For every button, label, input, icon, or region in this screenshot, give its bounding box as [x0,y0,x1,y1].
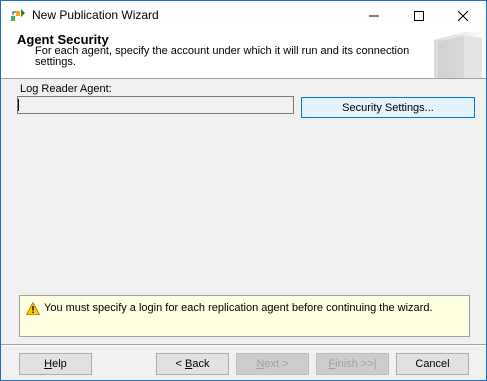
close-button[interactable] [440,1,486,30]
text-cursor [18,99,19,111]
finish-button[interactable]: Finish >>| [316,353,389,375]
security-settings-button[interactable]: Security Settings... [301,97,475,118]
next-button-mnemonic: N [256,358,265,370]
next-button[interactable]: Next > [236,353,309,375]
minimize-button[interactable] [351,1,397,30]
page-description: For each agent, specify the account unde… [35,45,410,68]
log-reader-agent-label: Log Reader Agent: [20,83,112,95]
warning-text: You must specify a login for each replic… [44,302,433,314]
help-button-mnemonic: H [44,358,53,370]
warning-message-box: You must specify a login for each replic… [19,295,470,337]
cancel-button[interactable]: Cancel [396,353,469,375]
maximize-button[interactable] [396,1,442,30]
finish-button-mnemonic: F [328,358,336,370]
finish-button-suffix: inish >>| [335,358,377,370]
warning-icon [25,301,41,315]
back-button-prefix: < [175,358,185,370]
log-reader-agent-field[interactable] [17,96,294,114]
back-button[interactable]: < Back [156,353,229,375]
footer-divider-highlight [1,345,486,346]
help-button[interactable]: Help [19,353,92,375]
wizard-header: Agent Security For each agent, specify t… [1,30,486,79]
next-button-suffix: ext > [264,358,289,370]
wizard-app-icon [10,7,26,23]
window-title: New Publication Wizard [32,8,159,22]
help-button-suffix: elp [52,358,67,370]
back-button-suffix: ack [192,358,210,370]
title-bar[interactable]: New Publication Wizard [1,1,486,30]
back-button-mnemonic: B [185,358,193,370]
header-banner-graphic [424,30,486,78]
wizard-window: New Publication Wizard Agent Security Fo… [0,0,487,381]
